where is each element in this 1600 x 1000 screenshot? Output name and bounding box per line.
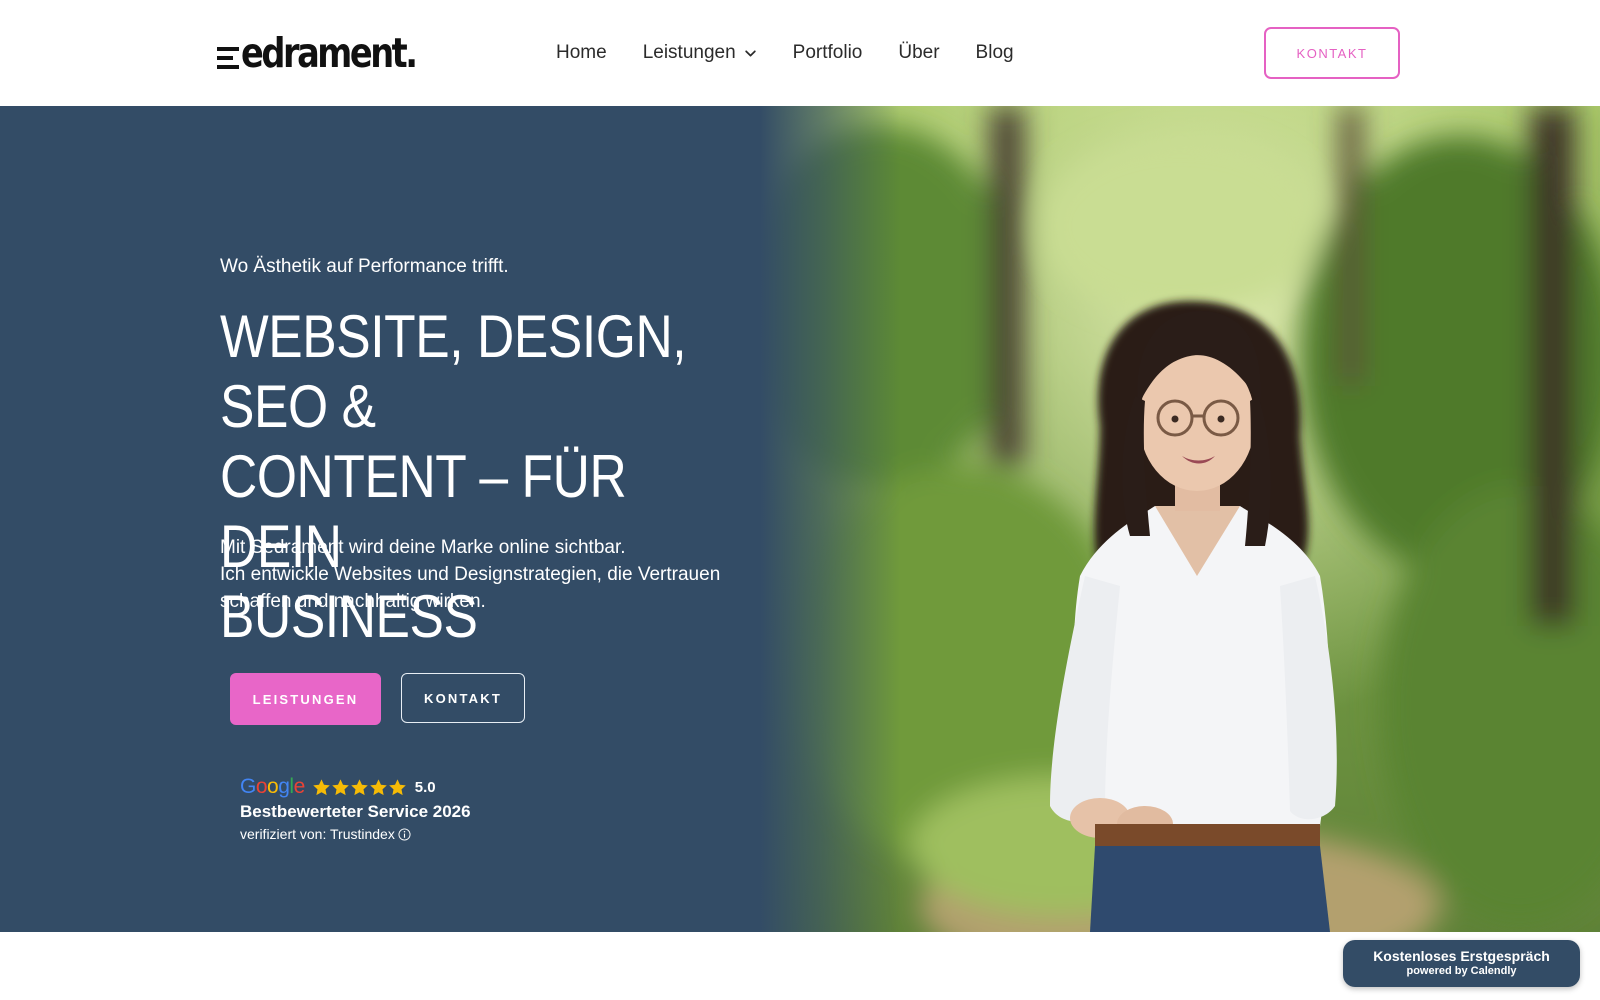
nav-label: Portfolio — [792, 42, 863, 63]
nav-item-portfolio[interactable]: Portfolio — [793, 38, 863, 68]
star-icon — [351, 778, 368, 795]
nav-label: Leistungen — [642, 42, 736, 63]
hero-intro-line: Mit Sedrament wird deine Marke online si… — [220, 537, 626, 558]
star-icon — [332, 778, 349, 795]
site-header: edrament. Home Leistungen Portfolio Über… — [0, 0, 1600, 106]
info-icon — [398, 827, 411, 841]
main-nav: Home Leistungen Portfolio Über Blog — [556, 38, 1050, 68]
star-icon — [313, 778, 330, 795]
leistungen-button[interactable]: LEISTUNGEN — [230, 673, 381, 725]
chevron-down-icon — [744, 49, 756, 57]
star-icon — [370, 778, 387, 795]
site-logo[interactable]: edrament. — [217, 30, 454, 76]
review-header: Google 5.0 — [240, 774, 500, 800]
calendly-title: Kostenloses Erstgespräch — [1373, 948, 1550, 964]
hero-section: Wo Ästhetik auf Performance trifft. WEBS… — [0, 106, 1600, 932]
google-review-badge[interactable]: Google 5.0 Bestbewerteter Service 2026 v… — [240, 774, 500, 854]
hero-intro: Mit Sedrament wird deine Marke online si… — [220, 534, 780, 615]
nav-item-home[interactable]: Home — [556, 38, 607, 68]
nav-item-ueber[interactable]: Über — [898, 38, 939, 68]
nav-item-blog[interactable]: Blog — [976, 38, 1014, 68]
nav-label: Home — [556, 42, 607, 63]
rating-stars — [312, 778, 407, 797]
star-icon — [389, 778, 406, 795]
header-kontakt-button[interactable]: KONTAKT — [1264, 27, 1400, 79]
hero-photo-fade — [760, 106, 900, 932]
logo-text: edrament. — [241, 29, 418, 77]
calendly-subtitle: powered by Calendly — [1406, 965, 1517, 977]
nav-label: Über — [898, 42, 940, 63]
hero-intro-line: Ich entwickle Websites und Designstrateg… — [220, 564, 721, 612]
review-verified-text: verifiziert von: Trustindex — [240, 826, 395, 842]
review-verified: verifiziert von: Trustindex — [240, 826, 500, 842]
review-title: Bestbewerteter Service 2026 — [240, 802, 471, 821]
rating-value: 5.0 — [414, 778, 436, 796]
nav-label: Blog — [975, 42, 1014, 63]
nav-item-leistungen[interactable]: Leistungen — [643, 38, 757, 68]
google-logo: Google — [240, 775, 305, 798]
logo-mark-icon — [217, 47, 239, 69]
hero-kontakt-button[interactable]: KONTAKT — [401, 673, 525, 723]
calendly-badge[interactable]: Kostenloses Erstgespräch powered by Cale… — [1343, 940, 1580, 987]
hero-tagline: Wo Ästhetik auf Performance trifft. — [220, 256, 509, 277]
